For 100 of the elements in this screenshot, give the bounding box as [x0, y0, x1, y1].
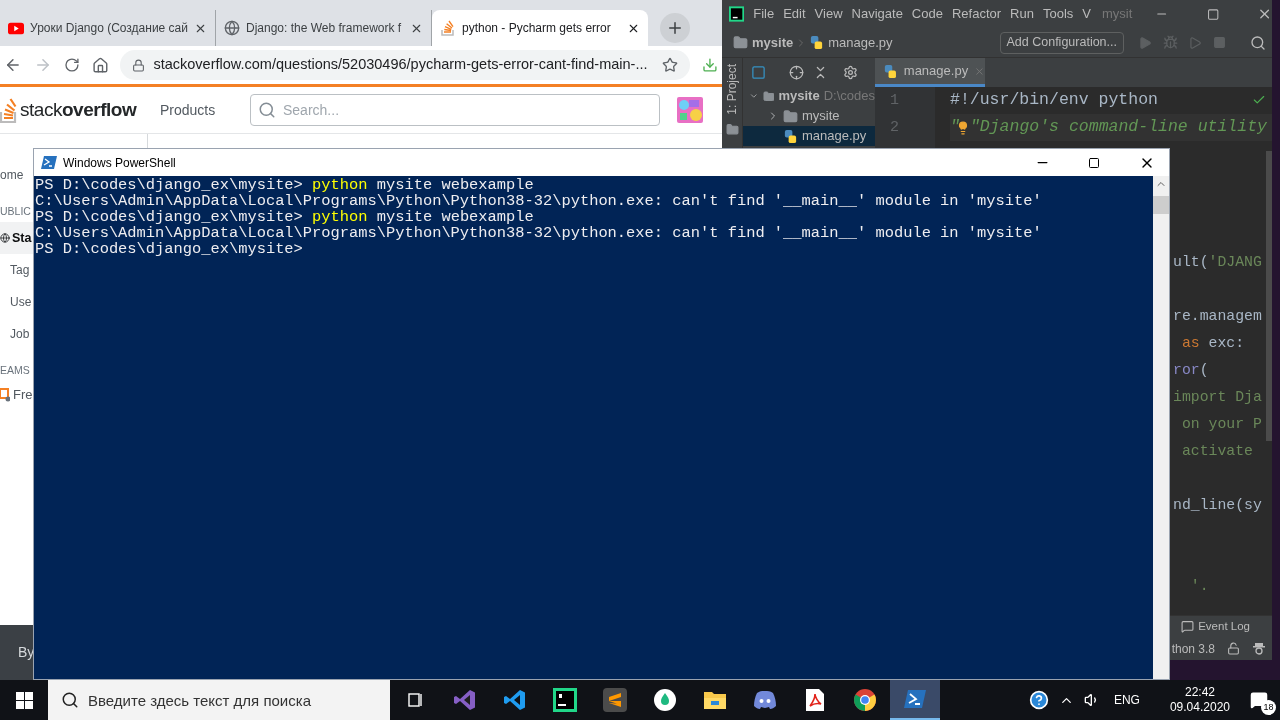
locate-icon[interactable]: [789, 64, 804, 80]
breadcrumb-item[interactable]: manage.py: [828, 32, 893, 53]
text-editor-icon[interactable]: [603, 688, 627, 712]
terminal-line: PS D:\codes\django_ex\mysite> python mysite webexample: [35, 177, 535, 193]
terminal-line: C:\Users\Admin\AppData\Local\Programs\Python\Python38-32\python.exe: can't find '__main__' module in 'mysite': [35, 193, 1043, 209]
python-file-icon: [809, 35, 825, 50]
browser-tab[interactable]: python - Pycharm gets error: [432, 10, 648, 46]
lock-icon: [132, 58, 146, 72]
plus-icon: [666, 19, 684, 37]
code-text: ": [950, 116, 960, 139]
code-line: ror(: [1173, 361, 1209, 381]
tree-item[interactable]: mysite D:\codes: [743, 86, 875, 106]
powershell-icon[interactable]: [904, 690, 926, 708]
tab-title: Django: the Web framework f: [246, 20, 402, 37]
event-log-icon[interactable]: [1181, 620, 1195, 633]
event-log-label[interactable]: Event Log: [1198, 617, 1250, 636]
search-icon[interactable]: [1250, 34, 1266, 51]
notification-count: 18: [1261, 700, 1276, 715]
help-icon[interactable]: [1028, 690, 1049, 710]
menu-item[interactable]: Navigate: [851, 4, 903, 24]
scrollbar[interactable]: [1153, 176, 1169, 679]
menu-item[interactable]: Refactor: [951, 4, 1002, 24]
folder-path: D:\codes: [823, 87, 875, 106]
language-indicator[interactable]: ENG: [1113, 691, 1140, 709]
visual-studio-icon[interactable]: [453, 688, 477, 712]
unlock-icon[interactable]: [1227, 642, 1240, 655]
stack-icon: [440, 20, 456, 36]
url-text: stackoverflow.com/questions/52030496/pycharm-gets-error-cant-find-main-...: [153, 55, 649, 75]
editor-tab[interactable]: manage.py: [875, 58, 985, 87]
breadcrumb-item[interactable]: mysite: [752, 32, 794, 53]
tree-label: mysite: [778, 87, 820, 106]
clock[interactable]: 22:42 09.04.2020: [1169, 685, 1230, 715]
code-line: "Django's command-line utility: [969, 116, 1267, 139]
tab-title: python - Pycharm gets error: [462, 20, 611, 37]
site-logo[interactable]: stackoverflow: [20, 95, 137, 125]
code-text: #!/usr/bin/env python: [950, 89, 1158, 112]
menu-item[interactable]: Tools: [1042, 4, 1074, 24]
scrollbar-thumb[interactable]: [1153, 196, 1169, 214]
window-title: Windows PowerShell: [63, 154, 176, 172]
tab-title: Уроки Django (Создание сай: [30, 20, 188, 37]
sidebar-link[interactable]: Job: [10, 318, 30, 350]
bookmark-icon[interactable]: [662, 57, 679, 73]
folder-icon[interactable]: [703, 689, 727, 711]
code-editor-icon[interactable]: [503, 688, 527, 712]
code-line: on your P: [1180, 415, 1262, 435]
menu-item[interactable]: Edit: [783, 4, 806, 24]
back-icon[interactable]: [4, 56, 22, 74]
search-icon: [61, 691, 79, 709]
browser-icon[interactable]: [853, 688, 877, 712]
menu-item[interactable]: View: [814, 4, 843, 24]
python-file-icon: [883, 63, 898, 79]
tree-label: manage.py: [802, 127, 867, 146]
sidebar-heading: UBLIC: [0, 204, 31, 219]
search-icon: [258, 101, 276, 119]
start-icon[interactable]: [15, 691, 33, 709]
maximize-icon[interactable]: [1088, 156, 1100, 169]
code-line: nd_line(sy: [1173, 496, 1262, 516]
sidebar-link[interactable]: Fre: [13, 385, 33, 405]
settings-icon[interactable]: [843, 64, 858, 80]
terminal-line: PS D:\codes\django_ex\mysite>: [35, 241, 304, 257]
menu-item[interactable]: V: [1082, 4, 1091, 24]
scrollbar[interactable]: [1266, 151, 1272, 441]
products-link[interactable]: Products: [160, 99, 250, 121]
site-search-field[interactable]: Search...: [250, 94, 660, 126]
check-icon: [1252, 93, 1266, 107]
clock-time: 22:42: [1184, 685, 1215, 700]
tool-window-tab[interactable]: 1: Project: [723, 64, 741, 115]
terminal-line: C:\Users\Admin\AppData\Local\Programs\Python\Python38-32\python.exe: can't find '__main__' module in 'mysite': [35, 225, 1043, 241]
tree-item[interactable]: manage.py: [743, 126, 875, 146]
interpreter-status[interactable]: thon 3.8: [1171, 639, 1215, 658]
taskbar-search-field[interactable]: Введите здесь текст для поиска: [48, 680, 390, 720]
run-config-button[interactable]: Add Configuration...: [999, 31, 1124, 54]
tree-item[interactable]: mysite: [743, 106, 875, 126]
new-tab-button[interactable]: [660, 13, 690, 43]
task-view-icon[interactable]: [406, 691, 424, 709]
folder-icon: [783, 108, 798, 124]
pdf-icon[interactable]: [804, 688, 826, 712]
folder-icon: [733, 35, 748, 50]
sidebar-heading: EAMS: [0, 363, 30, 378]
reload-icon[interactable]: [63, 57, 80, 73]
code-line: ult('DJANG: [1173, 253, 1262, 273]
clock-date: 09.04.2020: [1169, 700, 1230, 715]
inspector-icon[interactable]: [1252, 641, 1266, 656]
drop-icon[interactable]: [653, 688, 677, 712]
sidebar-link[interactable]: Use: [10, 286, 32, 318]
home-icon[interactable]: [91, 56, 109, 74]
menu-item[interactable]: Code: [911, 4, 943, 24]
ide-icon[interactable]: [553, 688, 577, 712]
tree-label: mysite: [802, 107, 840, 126]
powershell-icon: [41, 156, 57, 169]
download-icon[interactable]: [702, 57, 718, 73]
menu-item[interactable]: File: [753, 4, 775, 24]
sidebar-link[interactable]: ome: [0, 159, 24, 191]
teams-icon: [0, 388, 10, 402]
menu-item[interactable]: Run: [1010, 4, 1034, 24]
sidebar-link[interactable]: Tag: [10, 254, 30, 286]
code-line: '.: [1189, 577, 1209, 597]
address-bar[interactable]: stackoverflow.com/questions/52030496/pycharm-gets-error-cant-find-main-...: [120, 50, 691, 80]
code-line: activate: [1180, 442, 1253, 462]
chat-icon[interactable]: [753, 690, 777, 710]
